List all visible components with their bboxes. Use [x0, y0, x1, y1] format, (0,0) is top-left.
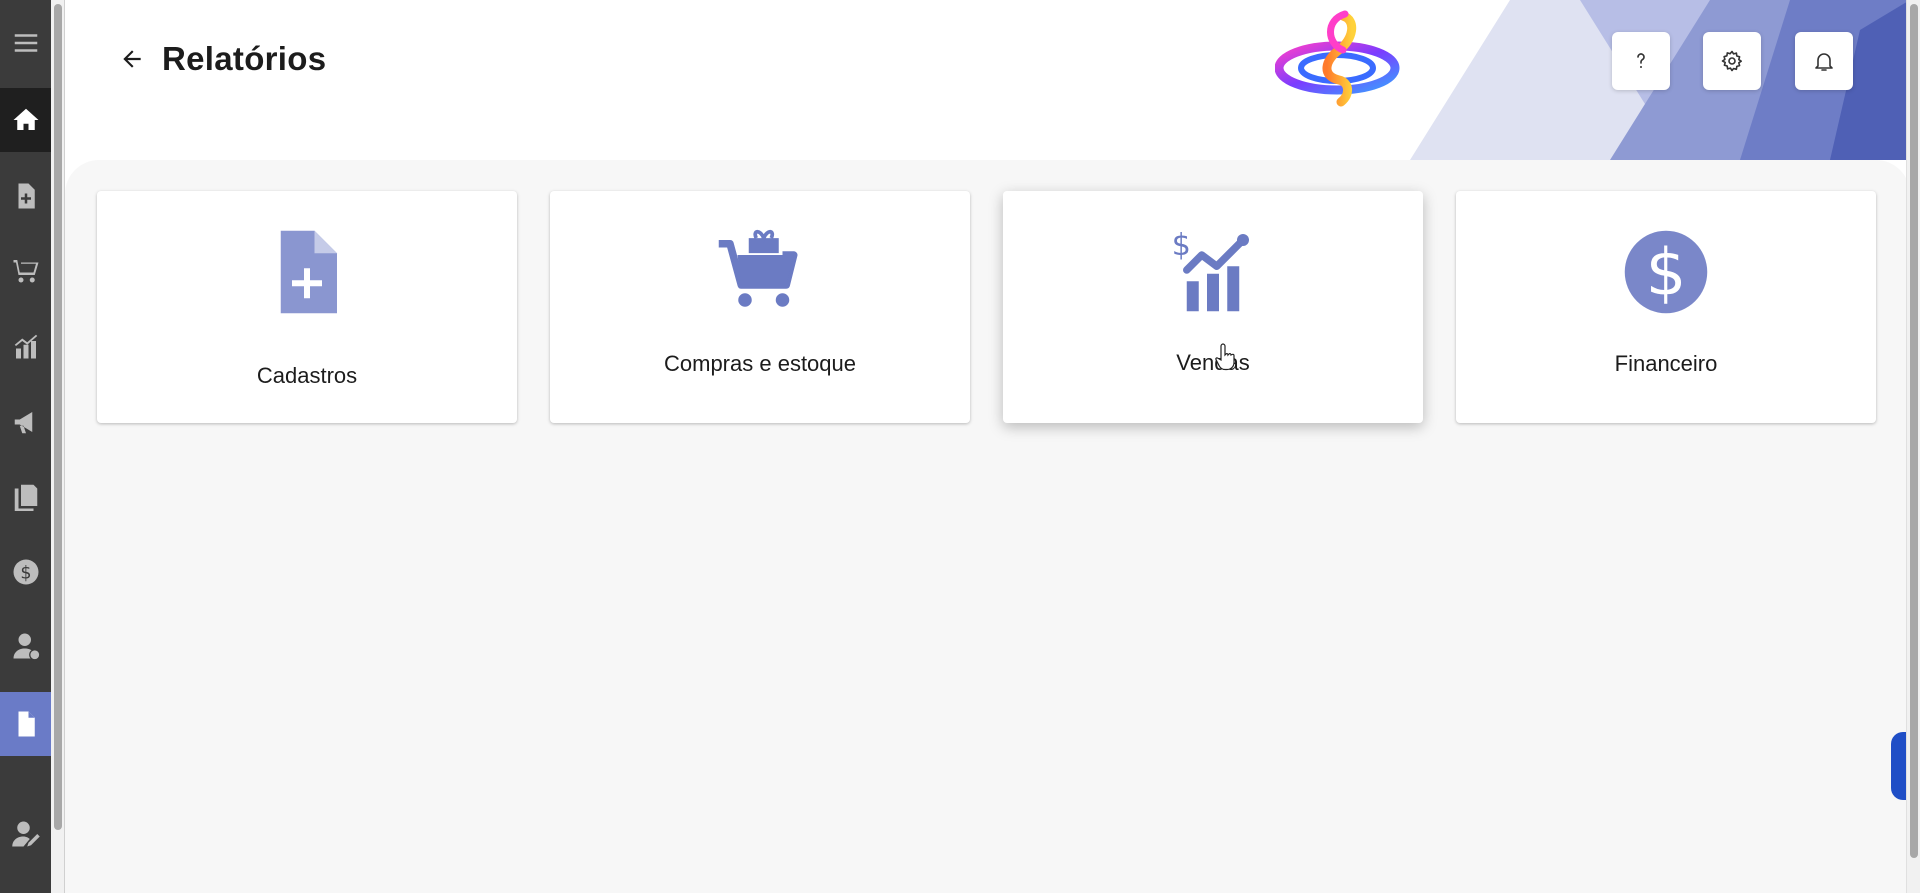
question-icon	[1637, 53, 1645, 68]
main-area: Relatórios Cadastros Compras e estoque $…	[65, 0, 1920, 893]
documents-icon	[14, 484, 37, 511]
card-financeiro[interactable]: $ Financeiro	[1456, 191, 1876, 423]
card-compras-estoque[interactable]: Compras e estoque	[550, 191, 970, 423]
menu-button[interactable]	[0, 12, 51, 74]
page-scroll-thumb[interactable]	[1910, 4, 1918, 858]
sidebar-item-clientes[interactable]	[0, 614, 51, 678]
document-icon	[18, 711, 35, 737]
header: Relatórios	[65, 0, 1910, 160]
card-label: Compras e estoque	[664, 351, 856, 376]
sidebar-item-documentos[interactable]	[0, 464, 51, 528]
hamburger-icon	[14, 34, 37, 52]
sidebar-item-relatorios[interactable]	[0, 692, 51, 756]
sidebar-scroll-thumb[interactable]	[54, 4, 62, 830]
help-button[interactable]	[1612, 32, 1670, 90]
cart-gift-icon	[718, 229, 798, 307]
cart-icon	[13, 260, 38, 283]
card-cadastros[interactable]: Cadastros	[97, 191, 517, 423]
sidebar-item-compras[interactable]	[0, 238, 51, 302]
sidebar-item-cadastros[interactable]	[0, 164, 51, 228]
dollar-circle-icon: $	[1624, 230, 1708, 314]
user-money-icon	[13, 633, 40, 661]
user-edit-icon	[11, 821, 40, 847]
sidebar-item-financeiro[interactable]: $	[0, 540, 51, 604]
back-button[interactable]	[117, 44, 147, 74]
megaphone-icon	[14, 412, 32, 434]
svg-text:$: $	[1172, 228, 1191, 263]
card-label: Financeiro	[1614, 351, 1718, 376]
sidebar-item-vendas[interactable]	[0, 314, 51, 378]
page-title: Relatórios	[162, 40, 327, 77]
home-icon	[13, 108, 38, 130]
arrow-left-icon	[123, 50, 141, 68]
card-label: Vendas	[1176, 350, 1250, 375]
sidebar: $	[0, 0, 51, 893]
notifications-button[interactable]	[1795, 32, 1853, 90]
file-plus-icon	[18, 183, 35, 209]
sidebar-item-perfil[interactable]	[0, 802, 51, 866]
svg-text:$: $	[20, 563, 31, 583]
bell-icon	[1815, 53, 1833, 71]
sidebar-scrollbar[interactable]	[51, 0, 65, 893]
page-scrollbar[interactable]	[1906, 0, 1920, 893]
reports-content: Cadastros Compras e estoque $ Vendas $ F…	[65, 160, 1910, 893]
svg-text:$: $	[1646, 237, 1687, 311]
settings-button[interactable]	[1703, 32, 1761, 90]
sidebar-item-home[interactable]	[0, 88, 51, 152]
sales-chart-icon: $	[1172, 228, 1249, 312]
file-plus-icon	[280, 230, 337, 314]
sidebar-item-marketing[interactable]	[0, 390, 51, 454]
gear-icon	[1721, 50, 1742, 72]
chart-icon	[14, 334, 37, 359]
brand-logo	[1275, 10, 1400, 107]
dollar-circle-icon: $	[13, 559, 38, 585]
card-vendas[interactable]: $ Vendas	[1003, 191, 1423, 423]
card-label: Cadastros	[256, 363, 358, 388]
